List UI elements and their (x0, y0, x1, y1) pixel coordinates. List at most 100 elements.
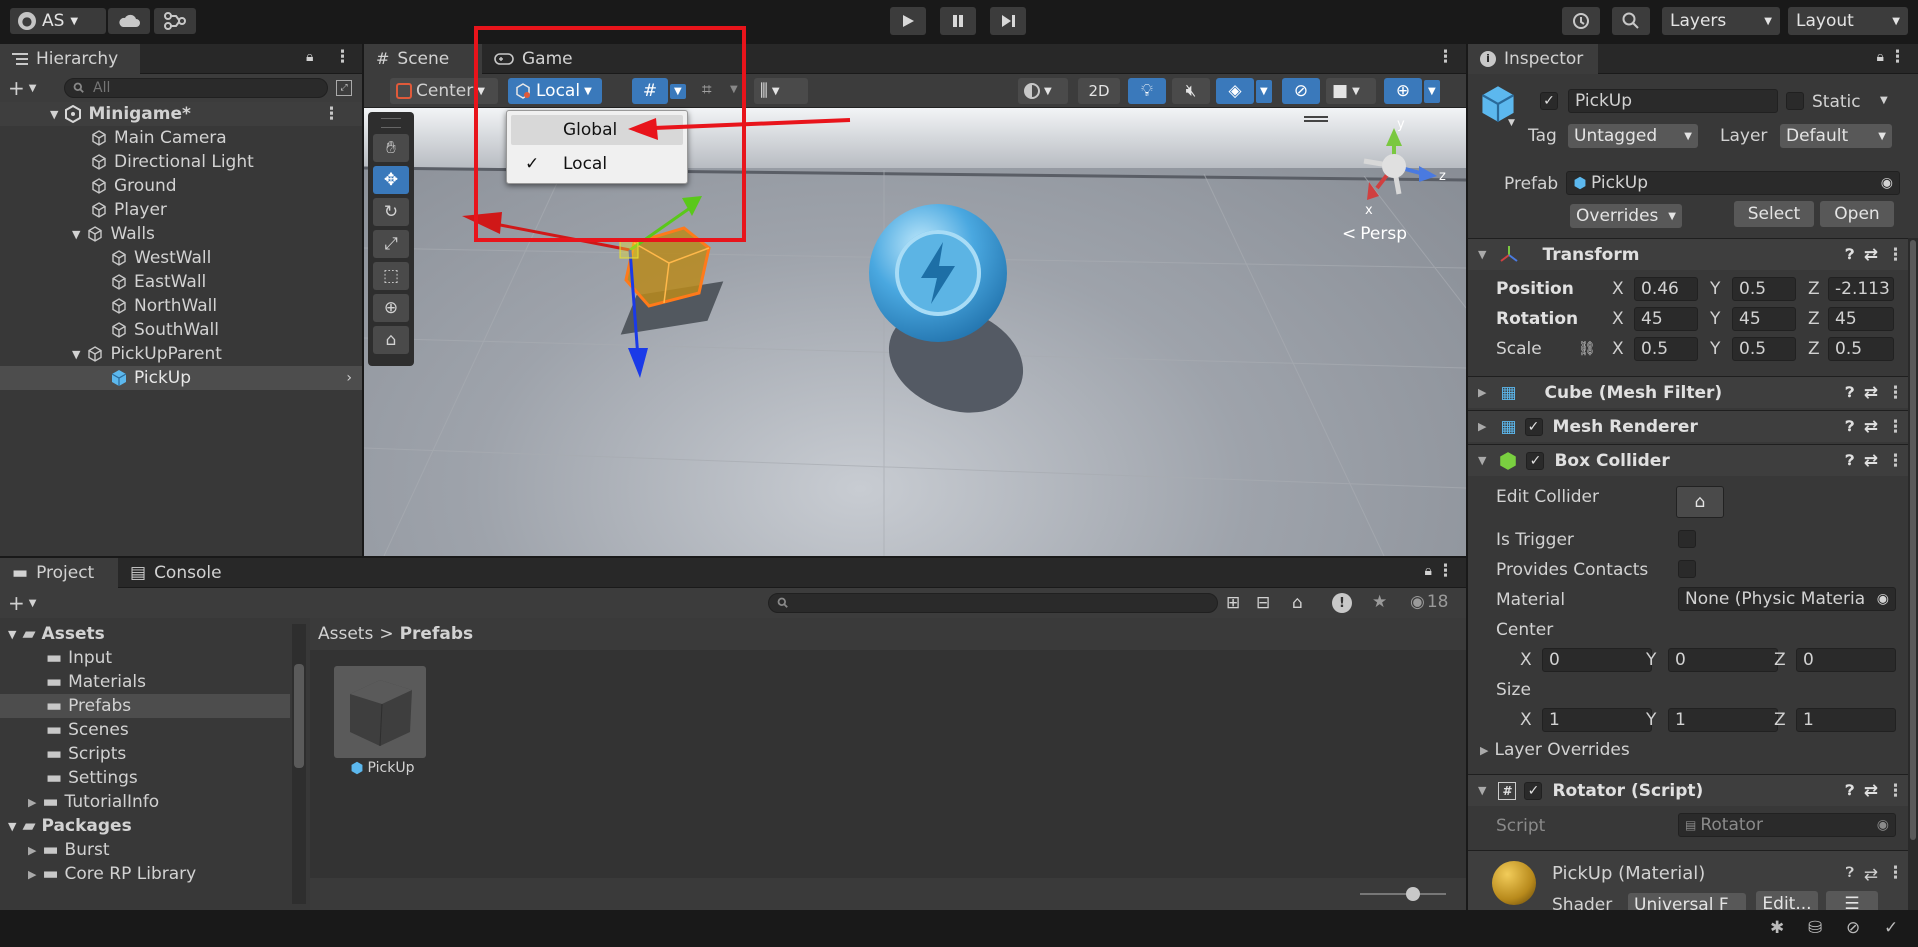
expand-arrow-icon[interactable]: ▼ (1478, 454, 1486, 467)
more-options-icon[interactable]: ⋮ (1889, 47, 1906, 67)
zoom-slider[interactable] (1360, 887, 1446, 901)
orientation-gizmo[interactable]: y z x (1339, 116, 1449, 226)
project-folder-scripts[interactable]: ▬ Scripts (0, 742, 308, 766)
draw-mode-dropdown[interactable]: ▼ (1018, 78, 1068, 104)
hierarchy-item-eastwall[interactable]: EastWall (0, 270, 362, 294)
lock-icon[interactable]: 🔒︎ (1877, 49, 1884, 65)
chevron-down-icon[interactable]: ▼ (29, 83, 37, 94)
more-options-icon[interactable]: ⋮ (1887, 863, 1904, 883)
hidden-objects-toggle-button[interactable]: ⊘ (1282, 78, 1320, 104)
project-folder-input[interactable]: ▬ Input (0, 646, 308, 670)
project-folder-settings[interactable]: ▬ Settings (0, 766, 308, 790)
auto-generate-lighting-icon[interactable]: ⊘ (1846, 918, 1860, 938)
expand-arrow-icon[interactable]: ▶ (28, 844, 36, 857)
rotation-z-field[interactable]: 45 (1828, 307, 1894, 331)
shader-dropdown[interactable]: Universal F (1628, 893, 1746, 910)
scene-root[interactable]: ▼ Minigame* ⋮ (0, 102, 362, 126)
create-asset-button[interactable]: + (8, 591, 25, 615)
more-options-icon[interactable]: ⋮ (323, 104, 340, 124)
hierarchy-item-southwall[interactable]: SouthWall (0, 318, 362, 342)
search-by-type-icon[interactable]: ⊞ (1226, 593, 1240, 613)
overrides-dropdown[interactable]: Overrides ▼ (1570, 204, 1682, 228)
presets-icon[interactable]: ⇄ (1864, 451, 1878, 471)
mesh-filter-header[interactable]: ▶ ▦ Cube (Mesh Filter) ❓︎ ⇄ ⋮ (1468, 376, 1918, 408)
chevron-right-icon[interactable]: › (346, 370, 352, 386)
inspector-scrollbar[interactable] (1908, 238, 1918, 910)
overlay-drag-handle[interactable] (1304, 116, 1328, 122)
help-icon[interactable]: ❓︎ (1846, 865, 1854, 881)
more-options-icon[interactable]: ⋮ (1437, 561, 1454, 581)
position-y-field[interactable]: 0.5 (1732, 277, 1796, 301)
expand-arrow-icon[interactable]: ▼ (72, 348, 80, 361)
favorites-star-icon[interactable]: ★ (1372, 592, 1387, 612)
asset-tile-pickup[interactable]: PickUp (334, 666, 430, 786)
rotation-y-field[interactable]: 45 (1732, 307, 1796, 331)
object-picker-icon[interactable]: ◉ (1877, 591, 1889, 607)
project-folder-tutorialinfo[interactable]: ▶ ▬ TutorialInfo (0, 790, 308, 814)
help-icon[interactable]: ❓︎ (1846, 453, 1854, 469)
layer-dropdown[interactable]: Default ▼ (1780, 124, 1892, 148)
open-button[interactable]: Open (1820, 201, 1894, 227)
hierarchy-search[interactable] (64, 78, 328, 98)
rotate-tool-button[interactable]: ↻ (373, 198, 409, 226)
tab-console[interactable]: ▤ Console (118, 558, 234, 588)
is-trigger-checkbox[interactable] (1678, 530, 1696, 548)
presets-icon[interactable]: ⇄ (1864, 417, 1878, 437)
provides-contacts-checkbox[interactable] (1678, 560, 1696, 578)
more-options-icon[interactable]: ⋮ (1887, 417, 1904, 437)
hand-tool-button[interactable]: ✋︎ (373, 134, 409, 162)
project-folder-scenes[interactable]: ▬ Scenes (0, 718, 308, 742)
hidden-packages-toggle[interactable]: ◉ 18 (1410, 592, 1448, 612)
scrollbar-thumb[interactable] (294, 664, 304, 768)
hierarchy-search-input[interactable] (93, 80, 313, 96)
cloud-button[interactable] (108, 8, 150, 34)
slider-knob[interactable] (1406, 887, 1420, 901)
custom-tool-button[interactable]: ⌂ (373, 326, 409, 354)
center-y-field[interactable]: 0 (1668, 648, 1778, 672)
expand-arrow-icon[interactable]: ▶ (28, 868, 36, 881)
more-options-icon[interactable]: ⋮ (1887, 781, 1904, 801)
transform-header[interactable]: ▼ Transform ❓︎ ⇄ ⋮ (1468, 238, 1918, 270)
center-x-field[interactable]: 0 (1542, 648, 1652, 672)
presets-icon[interactable]: ⇄ (1864, 245, 1878, 265)
expand-arrow-icon[interactable]: ▶ (28, 796, 36, 809)
project-folder-assets[interactable]: ▼ ▰ Assets (0, 622, 308, 646)
filter-by-label-icon[interactable]: ⊟ (1256, 593, 1270, 613)
box-collider-enabled-checkbox[interactable]: ✓ (1526, 451, 1545, 470)
project-search[interactable] (768, 593, 1218, 613)
tab-inspector[interactable]: i Inspector (1468, 44, 1598, 74)
edit-collider-button[interactable]: ⌂ (1676, 486, 1724, 518)
tab-scene[interactable]: # Scene (364, 43, 482, 74)
pause-button[interactable] (940, 7, 976, 35)
expand-arrow-icon[interactable]: ▼ (1478, 784, 1486, 797)
rotation-x-field[interactable]: 45 (1634, 307, 1698, 331)
project-folder-packages[interactable]: ▼ ▰ Packages (0, 814, 308, 838)
powerup-sphere-object[interactable] (869, 204, 1007, 342)
scale-tool-button[interactable]: ⤢ (373, 230, 409, 258)
add-object-button[interactable]: + (8, 76, 25, 100)
tab-hierarchy[interactable]: Hierarchy (0, 43, 140, 74)
chevron-down-icon[interactable]: ▼ (1424, 80, 1440, 103)
rect-tool-button[interactable]: ⬚ (373, 262, 409, 290)
rotator-enabled-checkbox[interactable]: ✓ (1524, 781, 1543, 800)
play-button[interactable] (890, 7, 926, 35)
search-button[interactable] (1612, 7, 1650, 35)
expand-arrow-icon[interactable]: ▼ (72, 228, 80, 241)
presets-icon[interactable]: ⇄ (1864, 781, 1878, 801)
lighting-toggle-button[interactable]: 💡︎ (1128, 78, 1166, 104)
audio-toggle-button[interactable]: 🔇︎ (1172, 78, 1210, 104)
warning-filter-icon[interactable]: ! (1332, 593, 1352, 613)
layer-overrides-foldout[interactable]: ▶ Layer Overrides (1480, 740, 1630, 760)
check-circle-icon[interactable]: ✓ (1884, 918, 1898, 938)
expand-arrow-icon[interactable]: ▼ (8, 820, 16, 833)
step-button[interactable] (990, 7, 1026, 35)
constrain-proportions-icon[interactable]: ⛓︎ (1578, 341, 1596, 357)
physic-material-field[interactable]: None (Physic Materia ◉ (1678, 587, 1896, 611)
position-z-field[interactable]: -2.113 (1828, 277, 1894, 301)
more-options-icon[interactable]: ⋮ (334, 47, 351, 67)
size-z-field[interactable]: 1 (1796, 708, 1896, 732)
more-options-icon[interactable]: ⋮ (1887, 245, 1904, 265)
tab-project[interactable]: ▬ Project (0, 557, 118, 588)
layers-dropdown[interactable]: Layers ▼ (1662, 7, 1780, 35)
hierarchy-item-pickupparent[interactable]: ▼ PickUpParent (0, 342, 362, 366)
